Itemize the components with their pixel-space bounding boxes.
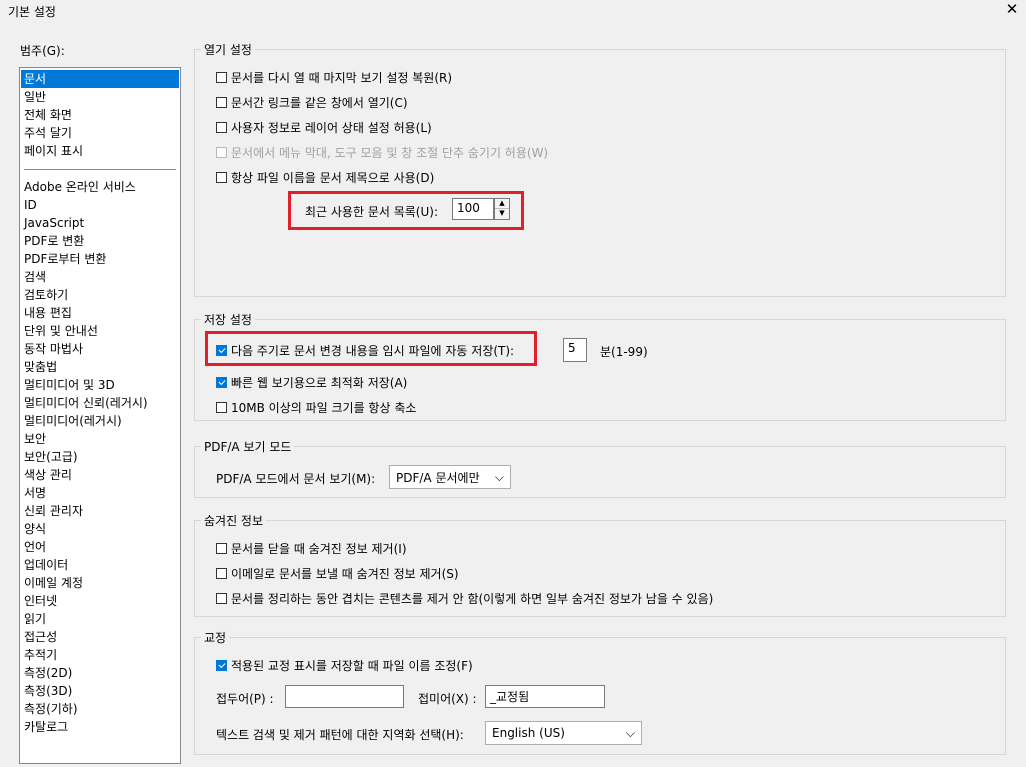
category-item[interactable]: 멀티미디어 및 3D: [24, 376, 115, 394]
chevron-down-icon: ⌵: [494, 469, 504, 484]
suffix-input[interactable]: _교정됨: [485, 685, 605, 708]
fast-web-view-checkbox[interactable]: 빠른 웹 보기용으로 최적화 저장(A): [216, 374, 407, 391]
keep-overlapping-content-checkbox[interactable]: 문서를 정리하는 동안 겹치는 콘텐츠를 제거 안 함(이렇게 하면 일부 숨겨…: [216, 590, 713, 607]
category-item[interactable]: 인터넷: [24, 592, 57, 610]
category-separator: [24, 169, 176, 170]
category-item[interactable]: 색상 관리: [24, 466, 72, 484]
recent-docs-input[interactable]: 100: [452, 198, 494, 220]
category-item[interactable]: 업데이터: [24, 556, 68, 574]
category-label: 범주(G):: [20, 44, 65, 58]
category-item[interactable]: 카탈로그: [24, 718, 68, 736]
category-item[interactable]: JavaScript: [24, 214, 84, 232]
close-icon[interactable]: ✕: [1002, 0, 1022, 18]
category-item[interactable]: Adobe 온라인 서비스: [24, 178, 136, 196]
category-item[interactable]: 멀티미디어(레거시): [24, 412, 122, 430]
category-item[interactable]: 검색: [24, 268, 46, 286]
pdfa-label: PDF/A 모드에서 문서 보기(M):: [216, 472, 376, 486]
category-item[interactable]: 언어: [24, 538, 46, 556]
category-item[interactable]: 멀티미디어 신뢰(레거시): [24, 394, 148, 412]
autosave-interval-input[interactable]: 5: [563, 338, 587, 362]
category-item[interactable]: PDF로 변환: [24, 232, 84, 250]
window-title: 기본 설정: [8, 5, 56, 19]
layer-state-checkbox[interactable]: 사용자 정보로 레이어 상태 설정 허용(L): [216, 119, 432, 136]
category-item[interactable]: 보안(고급): [24, 448, 78, 466]
open-settings-title: 열기 설정: [201, 41, 255, 58]
category-item[interactable]: ID: [24, 196, 37, 214]
proofing-title: 교정: [201, 629, 230, 646]
recent-docs-spinner[interactable]: ▲ ▼: [494, 198, 510, 220]
hidden-info-title: 숨겨진 정보: [201, 512, 267, 529]
category-item[interactable]: 측정(2D): [24, 664, 72, 682]
pdfa-mode-select[interactable]: PDF/A 문서에만 ⌵: [389, 465, 511, 489]
spin-up-icon[interactable]: ▲: [495, 199, 509, 209]
pdfa-title: PDF/A 보기 모드: [201, 438, 295, 455]
category-item[interactable]: 접근성: [24, 628, 57, 646]
autosave-checkbox[interactable]: 다음 주기로 문서 변경 내용을 임시 파일에 자동 저장(T):: [216, 342, 514, 359]
restore-view-checkbox[interactable]: 문서를 다시 열 때 마지막 보기 설정 복원(R): [216, 69, 452, 86]
category-item[interactable]: 양식: [24, 520, 46, 538]
category-item[interactable]: PDF로부터 변환: [24, 250, 106, 268]
category-item[interactable]: 동작 마법사: [24, 340, 83, 358]
suffix-label: 접미어(X) :: [418, 692, 477, 706]
category-item[interactable]: 내용 편집: [24, 304, 72, 322]
locale-label: 텍스트 검색 및 제거 패턴에 대한 지역화 선택(H):: [216, 728, 464, 742]
category-item-commenting[interactable]: 주석 달기: [24, 124, 72, 142]
category-item[interactable]: 보안: [24, 430, 46, 448]
hide-menubar-checkbox[interactable]: 문서에서 메뉴 막대, 도구 모음 및 창 조절 단추 숨기기 허용(W): [216, 144, 548, 161]
category-list[interactable]: 문서 일반 전체 화면 주석 달기 페이지 표시 Adobe 온라인 서비스 ID…: [19, 67, 181, 764]
category-item[interactable]: 서명: [24, 484, 46, 502]
chevron-down-icon: ⌵: [625, 725, 635, 740]
remove-hidden-on-close-checkbox[interactable]: 문서를 닫을 때 숨겨진 정보 제거(I): [216, 540, 407, 557]
category-item[interactable]: 이메일 계정: [24, 574, 83, 592]
remove-hidden-on-email-checkbox[interactable]: 이메일로 문서를 보낼 때 숨겨진 정보 제거(S): [216, 565, 459, 582]
prefix-input[interactable]: [285, 685, 404, 708]
category-item-fullscreen[interactable]: 전체 화면: [24, 106, 72, 124]
category-item[interactable]: 측정(기하): [24, 700, 78, 718]
same-window-links-checkbox[interactable]: 문서간 링크를 같은 창에서 열기(C): [216, 94, 408, 111]
autosave-interval-unit: 분(1-99): [600, 345, 648, 359]
adjust-filename-checkbox[interactable]: 적용된 교정 표시를 저장할 때 파일 이름 조정(F): [216, 657, 473, 674]
spin-down-icon[interactable]: ▼: [495, 209, 509, 219]
recent-docs-label: 최근 사용한 문서 목록(U):: [305, 205, 438, 219]
category-item[interactable]: 단위 및 안내선: [24, 322, 98, 340]
category-item[interactable]: 측정(3D): [24, 682, 72, 700]
category-item[interactable]: 추적기: [24, 646, 57, 664]
filename-as-title-checkbox[interactable]: 항상 파일 이름을 문서 제목으로 사용(D): [216, 169, 434, 186]
reduce-file-size-checkbox[interactable]: 10MB 이상의 파일 크기를 항상 축소: [216, 399, 416, 416]
category-item-document[interactable]: 문서: [21, 70, 179, 88]
locale-select[interactable]: English (US) ⌵: [485, 721, 642, 745]
category-item[interactable]: 신뢰 관리자: [24, 502, 83, 520]
category-item-general[interactable]: 일반: [24, 88, 46, 106]
category-item[interactable]: 읽기: [24, 610, 46, 628]
save-settings-title: 저장 설정: [201, 311, 255, 328]
prefix-label: 접두어(P) :: [216, 692, 274, 706]
category-item[interactable]: 검토하기: [24, 286, 68, 304]
category-item-page-display[interactable]: 페이지 표시: [24, 142, 83, 160]
category-item[interactable]: 맞춤법: [24, 358, 57, 376]
